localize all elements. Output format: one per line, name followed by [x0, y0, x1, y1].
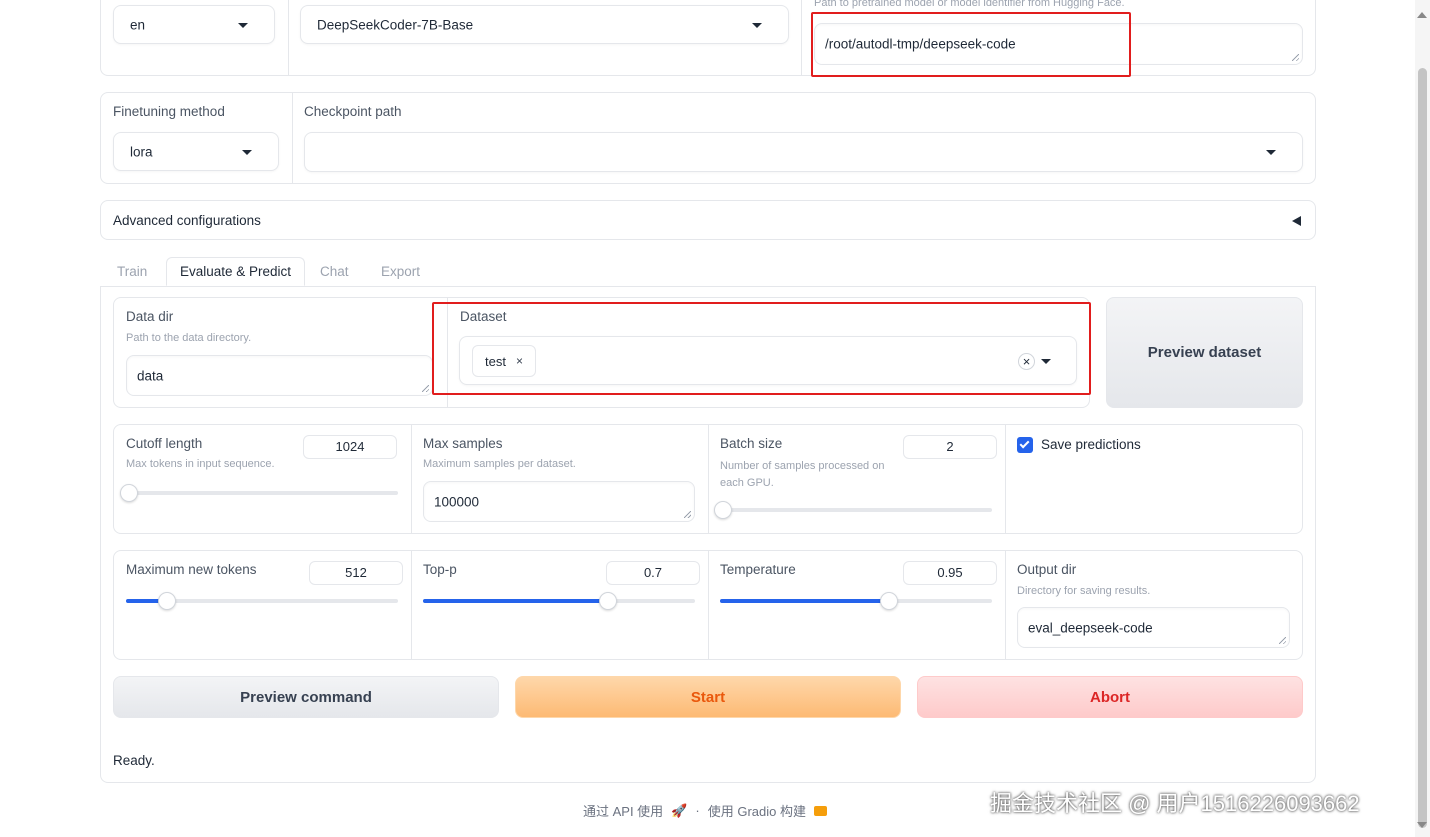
scrollbar-thumb[interactable] [1418, 68, 1427, 828]
checkmark-icon [1019, 438, 1030, 449]
chevron-down-icon [1266, 150, 1276, 155]
resize-handle-icon[interactable] [422, 385, 429, 392]
divider [1005, 425, 1006, 533]
slider-thumb[interactable] [119, 484, 138, 502]
top-p-label: Top-p [423, 562, 457, 577]
divider [292, 93, 293, 183]
gradio-logo-icon [813, 805, 827, 816]
batch-size-slider[interactable] [713, 501, 992, 519]
save-predictions-checkbox[interactable] [1017, 437, 1033, 453]
finetune-method-value: lora [130, 144, 153, 159]
model-path-info: Path to pretrained model or model identi… [814, 0, 1125, 9]
data-dir-info: Path to the data directory. [126, 332, 252, 344]
advanced-config-accordion[interactable]: Advanced configurations [100, 200, 1316, 240]
footer-api-link[interactable]: 通过 API 使用 [583, 801, 663, 820]
finetune-method-label: Finetuning method [113, 104, 225, 119]
max-new-tokens-label: Maximum new tokens [126, 562, 257, 577]
data-dir-label: Data dir [126, 309, 174, 324]
status-text: Ready. [113, 753, 155, 768]
slider-thumb[interactable] [879, 592, 898, 610]
advanced-config-label: Advanced configurations [113, 213, 261, 228]
abort-button[interactable]: Abort [917, 676, 1303, 718]
start-button[interactable]: Start [515, 676, 901, 718]
cutoff-length-number[interactable]: 1024 [303, 435, 397, 459]
max-samples-value: 100000 [434, 494, 480, 509]
cutoff-length-slider[interactable] [119, 484, 398, 502]
slider-thumb[interactable] [713, 501, 732, 519]
preview-dataset-button[interactable]: Preview dataset [1106, 297, 1303, 408]
scroll-down-arrow-icon[interactable] [1417, 822, 1427, 828]
divider [801, 0, 802, 75]
slider-thumb[interactable] [598, 592, 617, 610]
model-name-dropdown[interactable]: DeepSeekCoder-7B-Base [300, 5, 789, 44]
annotation-highlight [432, 302, 1091, 395]
divider [708, 551, 709, 659]
slider-thumb[interactable] [157, 592, 176, 610]
divider [288, 0, 289, 75]
output-dir-info: Directory for saving results. [1017, 585, 1151, 597]
chevron-down-icon [752, 22, 762, 28]
footer-gradio-link[interactable]: 使用 Gradio 构建 [708, 801, 806, 820]
tab-train[interactable]: Train [117, 264, 147, 279]
checkpoint-path-label: Checkpoint path [304, 104, 402, 119]
resize-handle-icon[interactable] [1292, 54, 1299, 61]
divider [708, 425, 709, 533]
footer: 通过 API 使用 🚀 · 使用 Gradio 构建 [583, 801, 827, 820]
temperature-label: Temperature [720, 562, 796, 577]
max-new-tokens-number[interactable]: 512 [309, 561, 403, 585]
top-p-number[interactable]: 0.7 [606, 561, 700, 585]
max-samples-label: Max samples [423, 436, 503, 451]
top-p-slider[interactable] [423, 592, 695, 610]
data-dir-value: data [137, 368, 164, 383]
resize-handle-icon[interactable] [684, 511, 691, 518]
annotation-highlight [811, 12, 1131, 77]
batch-size-number[interactable]: 2 [903, 435, 997, 459]
data-dir-input[interactable]: data [126, 355, 433, 396]
output-dir-value: eval_deepseek-code [1028, 620, 1153, 635]
model-name-value: DeepSeekCoder-7B-Base [317, 17, 474, 32]
save-predictions-label[interactable]: Save predictions [1041, 437, 1141, 452]
max-new-tokens-slider[interactable] [126, 592, 398, 610]
divider [1005, 551, 1006, 659]
temperature-number[interactable]: 0.95 [903, 561, 997, 585]
rocket-icon: 🚀 [671, 802, 688, 818]
tab-export[interactable]: Export [381, 264, 420, 279]
temperature-slider[interactable] [720, 592, 992, 610]
divider [411, 425, 412, 533]
watermark-text: 掘金技术社区 @ 用户1516226093662 [990, 791, 1360, 816]
chevron-down-icon [238, 22, 248, 28]
tab-evaluate-predict[interactable]: Evaluate & Predict [166, 257, 306, 286]
max-samples-input[interactable]: 100000 [423, 481, 695, 522]
output-dir-label: Output dir [1017, 562, 1077, 577]
slider-fill [423, 599, 608, 603]
output-dir-input[interactable]: eval_deepseek-code [1017, 607, 1290, 648]
batch-size-label: Batch size [720, 436, 783, 451]
tab-chat[interactable]: Chat [320, 264, 349, 279]
chevron-down-icon [242, 149, 252, 155]
cutoff-length-label: Cutoff length [126, 436, 203, 451]
language-value: en [130, 17, 146, 32]
max-samples-info: Maximum samples per dataset. [423, 458, 576, 470]
preview-command-button[interactable]: Preview command [113, 676, 499, 718]
collapse-triangle-icon [1292, 216, 1301, 226]
slider-fill [720, 599, 889, 603]
batch-size-info: Number of samples processed on each GPU. [720, 460, 885, 489]
cutoff-length-info: Max tokens in input sequence. [126, 458, 275, 470]
finetune-method-dropdown[interactable]: lora [113, 132, 279, 171]
language-dropdown[interactable]: en [113, 5, 275, 44]
resize-handle-icon[interactable] [1279, 637, 1286, 644]
footer-separator: · [695, 803, 700, 818]
checkpoint-path-dropdown[interactable] [304, 132, 1303, 172]
divider [411, 551, 412, 659]
scroll-up-arrow-icon[interactable] [1417, 12, 1427, 18]
